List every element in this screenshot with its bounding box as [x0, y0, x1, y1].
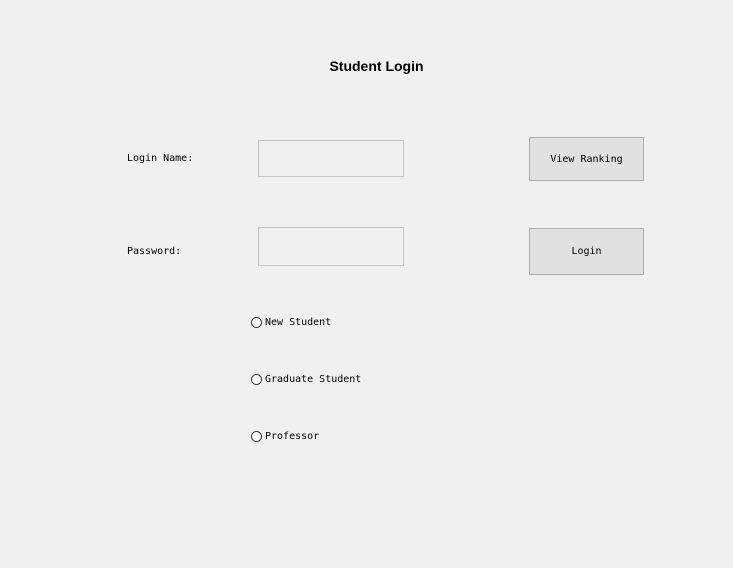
radio-label: Graduate Student [265, 374, 362, 385]
login-name-input[interactable] [258, 140, 404, 177]
radio-graduate-student[interactable]: Graduate Student [251, 374, 361, 385]
radio-circle-icon[interactable] [251, 374, 262, 385]
view-ranking-button[interactable]: View Ranking [529, 137, 644, 181]
page-title: Student Login [329, 58, 424, 74]
radio-professor[interactable]: Professor [251, 431, 319, 442]
password-label: Password: [127, 246, 182, 257]
radio-circle-icon[interactable] [251, 317, 262, 328]
login-name-label: Login Name: [127, 153, 194, 164]
login-button[interactable]: Login [529, 228, 644, 275]
radio-label: New Student [265, 317, 332, 328]
radio-new-student[interactable]: New Student [251, 317, 331, 328]
radio-circle-icon[interactable] [251, 431, 262, 442]
password-input[interactable] [258, 227, 404, 266]
radio-label: Professor [265, 431, 320, 442]
